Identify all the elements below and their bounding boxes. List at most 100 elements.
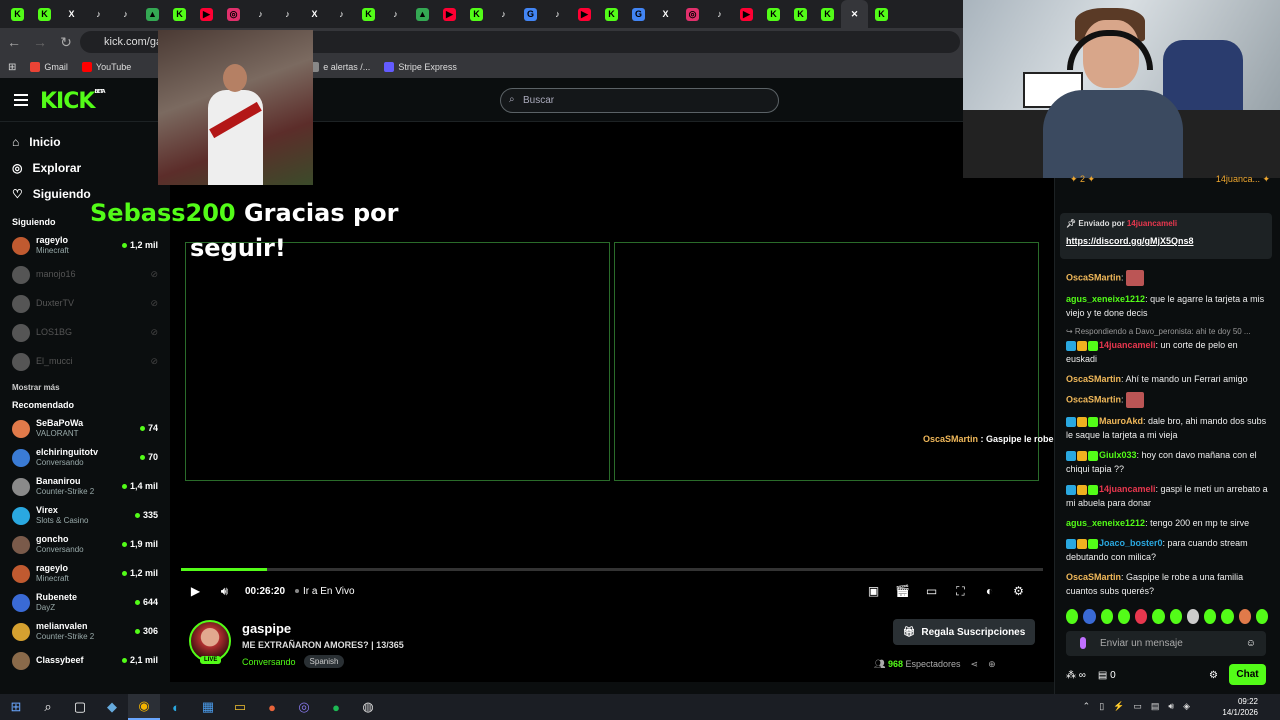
bookmark-item[interactable]: YouTube	[81, 62, 131, 72]
streamer-name[interactable]: gaspipe	[242, 621, 291, 636]
sidebar-channel[interactable]: El_mucci ⊘	[0, 347, 170, 376]
browser-tab[interactable]: ▲	[409, 0, 436, 28]
emote-icon[interactable]	[1238, 608, 1251, 624]
chat-username[interactable]: MauroAkd	[1099, 416, 1143, 426]
bookmark-item[interactable]: Stripe Express	[384, 62, 457, 72]
apps-icon[interactable]: ⊞	[8, 62, 16, 73]
windows-start-icon[interactable]: ⊞	[0, 694, 32, 720]
firefox-icon[interactable]: ●	[256, 694, 288, 720]
emote-icon[interactable]	[1255, 608, 1268, 624]
browser-tab[interactable]: K	[31, 0, 58, 28]
chat-username[interactable]: agus_xeneixe1212	[1066, 518, 1145, 528]
sidebar-channel[interactable]: Virex Slots & Casino 335	[0, 501, 170, 530]
pinned-message[interactable]: 📌︎ Enviado por 14juancameli https://disc…	[1060, 213, 1272, 259]
chat-username[interactable]: 14juancameli	[1099, 484, 1156, 494]
emote-icon[interactable]	[1221, 608, 1234, 624]
browser-tab[interactable]: K	[760, 0, 787, 28]
emoji-icon[interactable]: ☺	[1246, 638, 1256, 649]
task-view-icon[interactable]: ▢	[64, 694, 96, 720]
browser-tab[interactable]: ♪	[85, 0, 112, 28]
browser-tab[interactable]: ♪	[382, 0, 409, 28]
system-tray[interactable]: ⌃ ▯ ⚡ ▭ ▤ 🔊︎ ◈	[1083, 701, 1190, 712]
emote-icon[interactable]	[1066, 608, 1079, 624]
progress-bar[interactable]	[181, 568, 1043, 571]
browser-tab[interactable]: ♪	[328, 0, 355, 28]
browser-tab[interactable]: G	[625, 0, 652, 28]
sidebar-channel[interactable]: Rubenete DayZ 644	[0, 588, 170, 617]
forward-icon[interactable]: →	[28, 30, 52, 54]
chat-username[interactable]: OscaSMartin	[1066, 394, 1121, 404]
store-icon[interactable]: ▦	[192, 694, 224, 720]
chrome-icon[interactable]: ◉	[128, 694, 160, 720]
sidebar-channel[interactable]: DuxterTV ⊘	[0, 289, 170, 318]
browser-tab[interactable]: K	[868, 0, 895, 28]
browser-tab[interactable]: ◎	[220, 0, 247, 28]
browser-tab[interactable]: ♪	[112, 0, 139, 28]
browser-tab[interactable]: ♪	[247, 0, 274, 28]
chat-settings-icon[interactable]: ⚙	[1209, 670, 1218, 681]
browser-tab[interactable]: ▶	[193, 0, 220, 28]
browser-tab[interactable]: G	[517, 0, 544, 28]
kick-logo[interactable]: KICKBETA	[40, 89, 106, 114]
copilot-icon[interactable]: ◆	[96, 694, 128, 720]
discord-icon[interactable]: ◎	[288, 694, 320, 720]
browser-tab[interactable]: X	[301, 0, 328, 28]
search-input[interactable]: ⌕ Buscar	[500, 88, 779, 113]
bookmark-item[interactable]: Gmail	[30, 62, 68, 72]
quality-icon[interactable]: ◐	[979, 584, 1000, 599]
theater-icon[interactable]: ▭	[921, 584, 942, 599]
stream-category[interactable]: Conversando	[242, 657, 296, 667]
search-taskbar-icon[interactable]: ⌕	[32, 694, 64, 720]
back-icon[interactable]: ←	[2, 30, 26, 54]
go-live-button[interactable]: Ir a En Vivo	[295, 586, 355, 597]
sidebar-nav-inicio[interactable]: ⌂ Inicio	[0, 129, 170, 155]
sidebar-channel[interactable]: melianvalen Counter-Strike 2 306	[0, 617, 170, 646]
points-icon[interactable]: ⁂ ∞	[1066, 670, 1086, 681]
browser-tab[interactable]: ▶	[571, 0, 598, 28]
chat-username[interactable]: OscaSMartin	[1066, 374, 1121, 384]
browser-tab[interactable]: ♪	[544, 0, 571, 28]
browser-tab[interactable]: ▲	[139, 0, 166, 28]
gift-count[interactable]: ▤ 0	[1098, 670, 1116, 681]
emote-icon[interactable]	[1169, 608, 1182, 624]
menu-icon[interactable]	[14, 94, 28, 106]
share-icon[interactable]: ⋖	[971, 659, 979, 670]
language-tag[interactable]: Spanish	[303, 655, 345, 668]
chat-username[interactable]: 14juancameli	[1099, 340, 1156, 350]
emote-icon[interactable]	[1204, 608, 1217, 624]
sidebar-channel[interactable]: Bananirou Counter-Strike 2 1,4 mil	[0, 472, 170, 501]
spotify-icon[interactable]: ●	[320, 694, 352, 720]
chat-input[interactable]: Enviar un mensaje ☺	[1066, 631, 1266, 656]
reload-icon[interactable]: ↻	[54, 30, 78, 54]
sidebar-channel[interactable]: goncho Conversando 1,9 mil	[0, 530, 170, 559]
browser-tab[interactable]: K	[787, 0, 814, 28]
chat-username[interactable]: Giulx033	[1099, 450, 1137, 460]
browser-tab[interactable]: K	[4, 0, 31, 28]
emote-icon[interactable]	[1152, 608, 1165, 624]
clip-icon[interactable]: 🎬︎	[892, 584, 913, 599]
volume-icon[interactable]: 🔊︎	[210, 584, 239, 599]
fullscreen-icon[interactable]: ⛶	[950, 584, 971, 599]
browser-tab[interactable]: K	[463, 0, 490, 28]
obs-icon[interactable]: ◍	[352, 694, 384, 720]
sidebar-channel[interactable]: LOS1BG ⊘	[0, 318, 170, 347]
browser-tab[interactable]: K	[814, 0, 841, 28]
explorer-icon[interactable]: ▭	[224, 694, 256, 720]
emote-icon[interactable]	[1100, 608, 1113, 624]
browser-tab[interactable]: ✕	[841, 0, 868, 28]
sidebar-nav-explorar[interactable]: ◎ Explorar	[0, 155, 170, 181]
browser-tab[interactable]: K	[598, 0, 625, 28]
browser-tab[interactable]: K	[355, 0, 382, 28]
sidebar-channel[interactable]: rageylo Minecraft 1,2 mil	[0, 559, 170, 588]
discord-link[interactable]: https://discord.gg/gMjX5Qns8	[1066, 236, 1266, 246]
settings-icon[interactable]: ⚙	[1008, 584, 1029, 599]
emote-icon[interactable]	[1117, 608, 1130, 624]
sidebar-channel[interactable]: elchiringuitotv Conversando 70	[0, 443, 170, 472]
browser-tab[interactable]: K	[166, 0, 193, 28]
chat-send-button[interactable]: Chat	[1229, 664, 1266, 685]
browser-tab[interactable]: X	[58, 0, 85, 28]
bookmark-item[interactable]: e alertas /...	[309, 62, 370, 72]
sidebar-channel[interactable]: Classybeef 2,1 mil	[0, 646, 170, 675]
chat-username[interactable]: agus_xeneixe1212	[1066, 294, 1145, 304]
browser-tab[interactable]: ♪	[706, 0, 733, 28]
